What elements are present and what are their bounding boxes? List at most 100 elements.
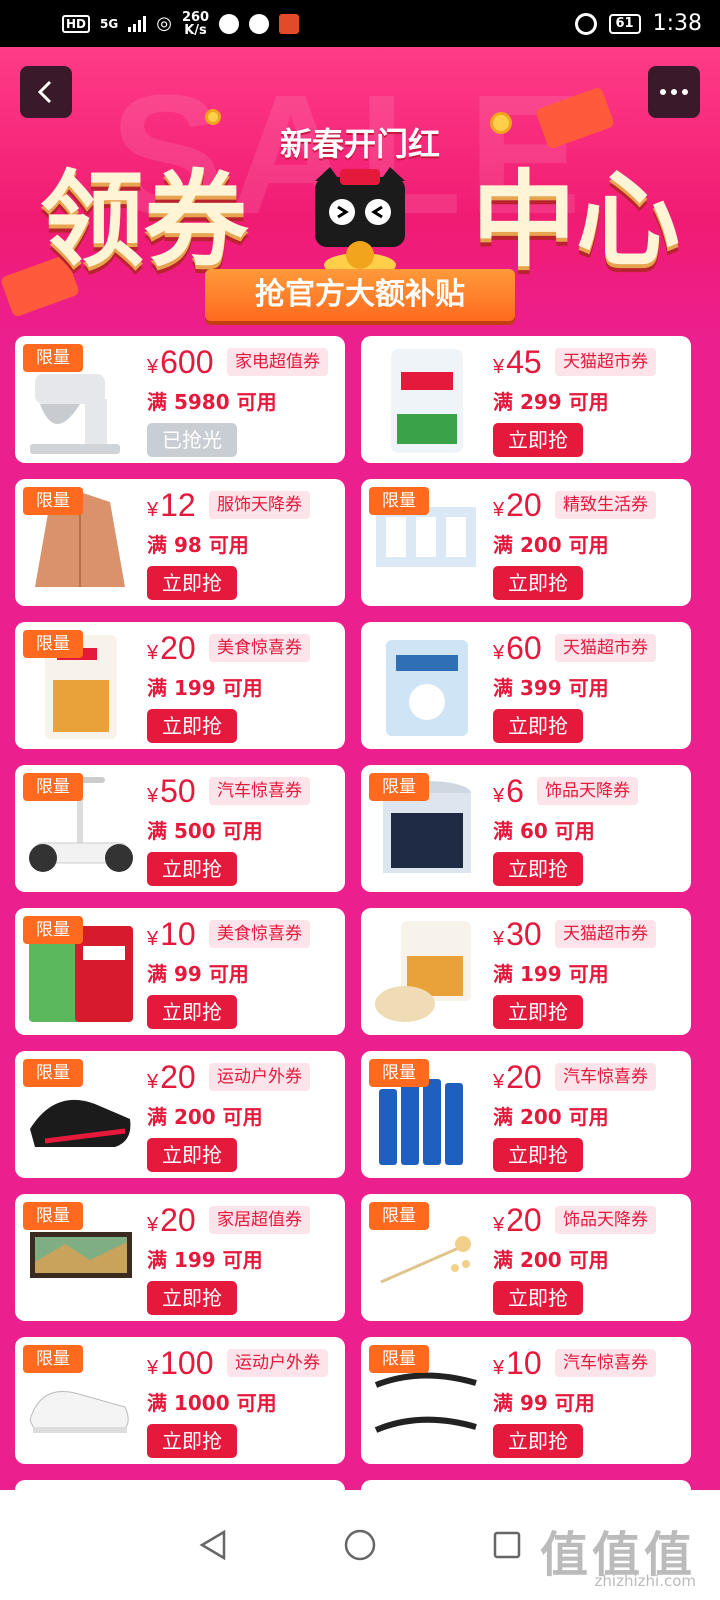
hero-banner-label: 抢官方大额补贴 xyxy=(205,269,515,321)
coupon-condition: 满 200 可用 xyxy=(493,1105,609,1129)
grab-button[interactable]: 立即抢 xyxy=(493,1138,583,1172)
hero-banner: SALE 新春开门红 领券 中心 抢官方大额补贴 xyxy=(0,47,720,337)
coupon-card[interactable]: 限量 ¥600 家电超值券满 5980 可用 已抢光 xyxy=(15,336,345,463)
coupon-amount-value: 10 xyxy=(160,916,196,952)
grab-button[interactable]: 立即抢 xyxy=(493,709,583,743)
coupon-amount: ¥20 xyxy=(147,630,196,671)
coupon-condition: 满 60 可用 xyxy=(493,819,595,843)
currency-symbol: ¥ xyxy=(493,356,505,378)
coupon-condition: 满 99 可用 xyxy=(493,1391,595,1415)
coupon-card[interactable]: 限量 ¥20 饰品天降券满 200 可用 立即抢 xyxy=(361,1194,691,1321)
coupon-card[interactable]: 限量 ¥20 精致生活券满 200 可用 立即抢 xyxy=(361,479,691,606)
nav-home-button[interactable] xyxy=(342,1527,378,1563)
signal-icon xyxy=(128,15,147,32)
product-image xyxy=(386,640,468,736)
coupon-category: 精致生活券 xyxy=(555,491,656,519)
nav-recents-button[interactable] xyxy=(489,1527,525,1563)
coupon-card[interactable]: ¥60 天猫超市券满 399 可用 立即抢 xyxy=(361,622,691,749)
limited-badge: 限量 xyxy=(23,630,83,658)
coupon-category: 天猫超市券 xyxy=(555,920,656,948)
grab-button[interactable]: 立即抢 xyxy=(147,995,237,1029)
currency-symbol: ¥ xyxy=(147,1071,159,1093)
coupon-category: 家居超值券 xyxy=(209,1206,310,1234)
grab-button[interactable]: 立即抢 xyxy=(147,1281,237,1315)
coupon-amount: ¥10 xyxy=(147,916,196,957)
status-bar: HD 5G ◎ 260 K/s 61 1:38 xyxy=(0,0,720,47)
coupon-category: 汽车惊喜券 xyxy=(555,1349,656,1377)
coupon-card[interactable]: ¥45 天猫超市券满 299 可用 立即抢 xyxy=(361,336,691,463)
limited-badge: 限量 xyxy=(23,1059,83,1087)
coupon-card[interactable]: 限量 ¥20 汽车惊喜券满 200 可用 立即抢 xyxy=(361,1051,691,1178)
coupon-category: 天猫超市券 xyxy=(555,348,656,376)
limited-badge: 限量 xyxy=(23,344,83,372)
coupon-card[interactable]: 限量 ¥10 汽车惊喜券满 99 可用 立即抢 xyxy=(361,1337,691,1464)
coupon-card[interactable]: 限量 ¥6 饰品天降券满 60 可用 立即抢 xyxy=(361,765,691,892)
currency-symbol: ¥ xyxy=(493,1214,505,1236)
coupon-amount-value: 45 xyxy=(506,344,542,380)
coupon-card[interactable]: 限量 ¥12 服饰天降券满 98 可用 立即抢 xyxy=(15,479,345,606)
coupon-category: 服饰天降券 xyxy=(209,491,310,519)
coupon-condition: 满 99 可用 xyxy=(147,962,249,986)
grab-button[interactable]: 立即抢 xyxy=(493,423,583,457)
currency-symbol: ¥ xyxy=(493,1071,505,1093)
coupon-card[interactable]: 限量 ¥50 汽车惊喜券满 500 可用 立即抢 xyxy=(15,765,345,892)
grab-button[interactable]: 立即抢 xyxy=(147,566,237,600)
coupon-condition: 满 199 可用 xyxy=(493,962,609,986)
limited-badge: 限量 xyxy=(23,1202,83,1230)
coupon-category: 饰品天降券 xyxy=(555,1206,656,1234)
coupon-card[interactable]: 限量 ¥100 运动户外券满 1000 可用 立即抢 xyxy=(15,1337,345,1464)
limited-badge: 限量 xyxy=(369,773,429,801)
more-button[interactable] xyxy=(648,66,700,118)
coupon-grid: 限量 ¥600 家电超值券满 5980 可用 已抢光 ¥45 天猫超市券满 299 可用立… xyxy=(15,336,705,1464)
back-button[interactable] xyxy=(20,66,72,118)
coupon-condition: 满 199 可用 xyxy=(147,1248,263,1272)
coupon-category: 运动户外券 xyxy=(227,1349,328,1377)
currency-symbol: ¥ xyxy=(147,928,159,950)
coupon-condition: 满 200 可用 xyxy=(147,1105,263,1129)
coupon-condition: 满 199 可用 xyxy=(147,676,263,700)
coupon-card[interactable]: 限量 ¥20 美食惊喜券满 199 可用立即抢 xyxy=(15,622,345,749)
coupon-amount-value: 20 xyxy=(506,1059,542,1095)
coupon-condition: 满 200 可用 xyxy=(493,533,609,557)
coupon-card[interactable]: 限量 ¥20 运动户外券满 200 可用 立即抢 xyxy=(15,1051,345,1178)
coupon-amount-value: 50 xyxy=(160,773,196,809)
grab-button[interactable]: 立即抢 xyxy=(147,852,237,886)
circle-home-icon xyxy=(344,1529,376,1561)
grab-button[interactable]: 立即抢 xyxy=(493,566,583,600)
coupon-card[interactable]: 限量 ¥10 美食惊喜券满 99 可用 立即抢 xyxy=(15,908,345,1035)
limited-badge: 限量 xyxy=(369,487,429,515)
coupon-amount: ¥50 xyxy=(147,773,196,814)
coupon-category: 美食惊喜券 xyxy=(209,634,310,662)
coupon-category: 天猫超市券 xyxy=(555,634,656,662)
watermark-url: zhizhizhi.com xyxy=(594,1572,696,1590)
product-image xyxy=(391,349,463,453)
grab-button[interactable]: 立即抢 xyxy=(147,709,237,743)
app-notify-icon xyxy=(279,13,300,34)
grab-button[interactable]: 立即抢 xyxy=(493,1281,583,1315)
grab-button[interactable]: 立即抢 xyxy=(147,1138,237,1172)
coupon-amount: ¥45 xyxy=(493,344,542,385)
coupon-amount: ¥20 xyxy=(493,1202,542,1243)
hd-indicator: HD xyxy=(62,14,91,33)
product-image xyxy=(375,921,471,1022)
limited-badge: 限量 xyxy=(23,1345,83,1373)
currency-symbol: ¥ xyxy=(147,642,159,664)
triangle-back-icon xyxy=(199,1529,226,1561)
grab-button[interactable]: 立即抢 xyxy=(493,852,583,886)
grab-button[interactable]: 立即抢 xyxy=(493,995,583,1029)
coupon-amount: ¥20 xyxy=(147,1202,196,1243)
coupon-card[interactable]: 限量 ¥20 家居超值券满 199 可用立即抢 xyxy=(15,1194,345,1321)
grab-button[interactable]: 立即抢 xyxy=(147,1424,237,1458)
coupon-amount: ¥600 xyxy=(147,344,214,385)
coupon-category: 家电超值券 xyxy=(227,348,328,376)
title-right: 中心 xyxy=(471,159,680,281)
coupon-card[interactable]: ¥30 天猫超市券满 199 可用 立即抢 xyxy=(361,908,691,1035)
coupon-amount: ¥12 xyxy=(147,487,196,528)
wifi-icon: ◎ xyxy=(156,13,172,34)
coupon-amount-value: 30 xyxy=(506,916,542,952)
net-speed: 260 K/s xyxy=(182,11,209,37)
nav-back-button[interactable] xyxy=(195,1527,231,1563)
dot-icon xyxy=(660,89,666,95)
dot-icon xyxy=(671,89,677,95)
grab-button[interactable]: 立即抢 xyxy=(493,1424,583,1458)
